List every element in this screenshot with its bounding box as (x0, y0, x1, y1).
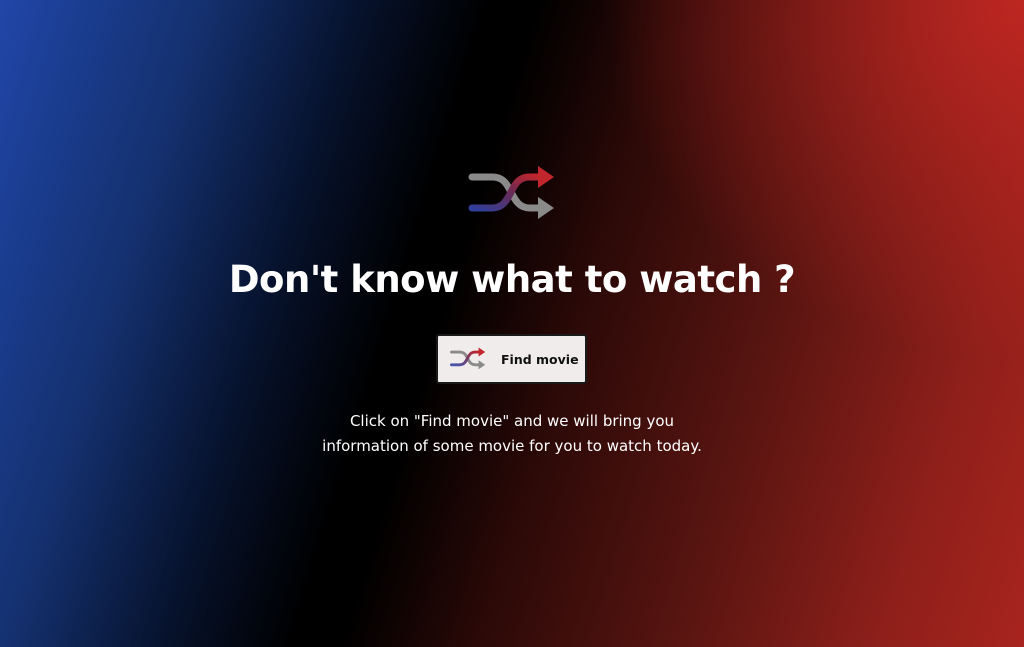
page-background: Don't know what to watch ? Find movie Cl… (0, 0, 1024, 647)
shuffle-icon (450, 347, 486, 370)
find-movie-button[interactable]: Find movie (436, 334, 587, 384)
description-text: Click on "Find movie" and we will bring … (322, 412, 702, 455)
page-title: Don't know what to watch ? (228, 258, 796, 301)
shuffle-icon (468, 166, 554, 219)
find-movie-label: Find movie (501, 351, 579, 367)
hero-section: Don't know what to watch ? Find movie Cl… (0, 0, 1024, 647)
